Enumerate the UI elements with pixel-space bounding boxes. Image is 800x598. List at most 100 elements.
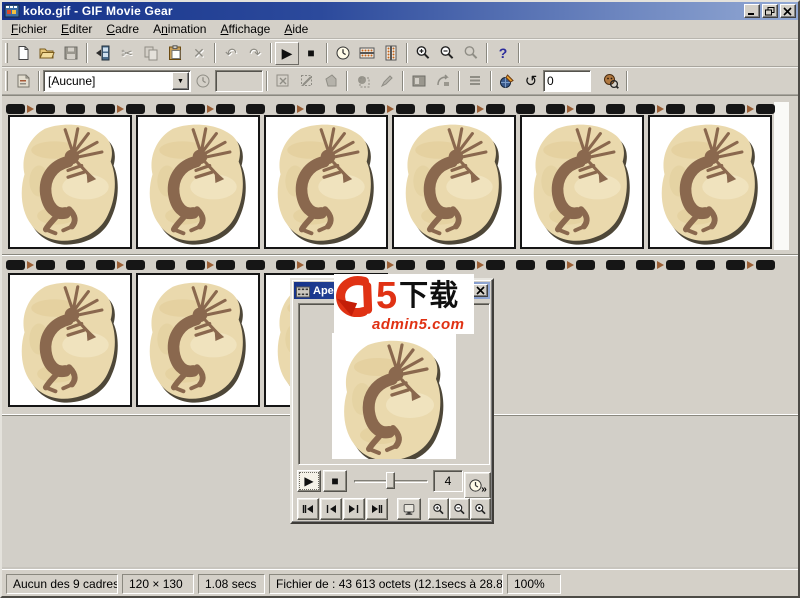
redo-button[interactable]: ↷ (243, 42, 267, 65)
help-button[interactable]: ? (491, 42, 515, 65)
filmstrip-vertical-button[interactable] (379, 42, 403, 65)
delay-clock-icon (196, 74, 210, 88)
last-frame-icon (372, 505, 383, 513)
toolbar-grip (5, 71, 8, 91)
fullscreen-monitor-button[interactable] (397, 498, 421, 520)
menu-editer[interactable]: Editer (54, 20, 99, 38)
frame-thumbnail-2[interactable] (136, 115, 260, 249)
dropdown-arrow-icon[interactable]: ▼ (172, 72, 189, 90)
sprocket-hole (696, 104, 715, 114)
preview-timing-button[interactable]: » (464, 472, 491, 499)
frame-thumbnail-7[interactable] (8, 273, 132, 407)
filmstrip-horizontal-button[interactable] (355, 42, 379, 65)
sprocket-gap (535, 103, 546, 115)
sprocket-gap (355, 103, 366, 115)
help-icon: ? (498, 45, 508, 61)
sprocket-hole (696, 260, 715, 270)
slider-thumb[interactable] (386, 472, 395, 489)
sprocket-triangle-icon (475, 259, 486, 271)
stop-icon: ■ (307, 46, 315, 60)
preview-zoom-actual-button[interactable] (470, 498, 491, 520)
preview-in-browser-button[interactable] (599, 70, 623, 93)
insert-frames-button[interactable] (91, 42, 115, 65)
preview-frame-image (332, 333, 456, 459)
preview-zoom-in-button[interactable] (428, 498, 449, 520)
sprocket-gap (505, 259, 516, 271)
sprocket-triangle-icon (205, 259, 216, 271)
transparent-color-button[interactable] (319, 70, 343, 93)
menu-animation[interactable]: Animation (146, 20, 213, 38)
menu-aide[interactable]: Aide (277, 20, 315, 38)
edit-global-info-button[interactable] (495, 70, 519, 93)
cut-button[interactable]: ✂ (115, 42, 139, 65)
frame-properties-button[interactable] (11, 70, 35, 93)
zoom-out-button[interactable] (435, 42, 459, 65)
frame-thumbnail-3[interactable] (264, 115, 388, 249)
open-file-button[interactable] (35, 42, 59, 65)
sprocket-triangle-icon (115, 259, 126, 271)
save-file-button[interactable] (59, 42, 83, 65)
minimize-button[interactable] (744, 4, 760, 18)
frame-thumbnail-8[interactable] (136, 273, 260, 407)
sprocket-hole (426, 104, 445, 114)
next-frame-button[interactable] (343, 498, 365, 520)
preview-zoom-out-button[interactable] (449, 498, 470, 520)
paste-button[interactable] (163, 42, 187, 65)
sprocket-gap (685, 259, 696, 271)
menu-fichier[interactable]: Fichier (4, 20, 54, 38)
undo-button[interactable]: ↶ (219, 42, 243, 65)
zoom-out-icon (454, 503, 465, 514)
sprocket-gap (535, 259, 546, 271)
last-frame-button[interactable] (366, 498, 388, 520)
zoom-actual-icon (475, 503, 486, 514)
redo-icon: ↷ (249, 45, 261, 61)
loop-count-field[interactable] (543, 70, 591, 92)
zoom-in-button[interactable] (411, 42, 435, 65)
flip-frame-button[interactable] (431, 70, 455, 93)
frame-slider[interactable] (354, 470, 428, 492)
frame-timing-button[interactable] (331, 42, 355, 65)
first-frame-button[interactable] (297, 498, 319, 520)
delay-field[interactable] (215, 70, 263, 92)
copy-button[interactable] (139, 42, 163, 65)
frame-thumbnail-6[interactable] (648, 115, 772, 249)
watermark-number: 5 (376, 275, 398, 317)
frame-list-button[interactable] (463, 70, 487, 93)
sprocket-triangle-icon (475, 103, 486, 115)
undo-icon: ↶ (225, 45, 237, 61)
sprocket-gap (445, 103, 456, 115)
preview-stop-button[interactable]: ■ (323, 470, 347, 492)
stop-animation-button[interactable]: ■ (299, 42, 323, 65)
sprocket-gap (175, 103, 186, 115)
crop-frame-button[interactable] (351, 70, 375, 93)
sprocket-hole (756, 260, 775, 270)
sprocket-hole (36, 260, 55, 270)
delete-frame-button[interactable]: ✕ (187, 42, 211, 65)
restore-button[interactable] (762, 4, 778, 18)
menu-affichage[interactable]: Affichage (213, 20, 277, 38)
frame-thumbnail-1[interactable] (8, 115, 132, 249)
frame-thumbnail-5[interactable] (520, 115, 644, 249)
zoom-actual-size-button[interactable] (459, 42, 483, 65)
previous-frame-button[interactable] (320, 498, 342, 520)
transparent-color-icon (325, 74, 337, 87)
preview-close-button[interactable] (473, 284, 488, 297)
status-dimensions: 120 × 130 (122, 574, 194, 594)
sprocket-gap (775, 259, 786, 271)
close-button[interactable] (780, 4, 796, 18)
position-frame-button[interactable] (407, 70, 431, 93)
remap-palette-button[interactable] (295, 70, 319, 93)
new-document-button[interactable] (11, 42, 35, 65)
preview-play-button[interactable]: ▶ (297, 470, 321, 492)
menu-cadre[interactable]: Cadre (99, 20, 146, 38)
transition-dropdown[interactable]: [Aucune] ▼ (43, 70, 191, 92)
draw-frame-button[interactable] (375, 70, 399, 93)
sprocket-hole (306, 104, 325, 114)
sprocket-hole (756, 104, 775, 114)
frame-thumbnail-4[interactable] (392, 115, 516, 249)
play-animation-button[interactable]: ▶ (275, 41, 299, 65)
sprocket-hole (666, 260, 685, 270)
sprocket-gap (775, 103, 786, 115)
delay-clock-button[interactable] (191, 70, 215, 93)
extract-frame-button[interactable] (271, 70, 295, 93)
